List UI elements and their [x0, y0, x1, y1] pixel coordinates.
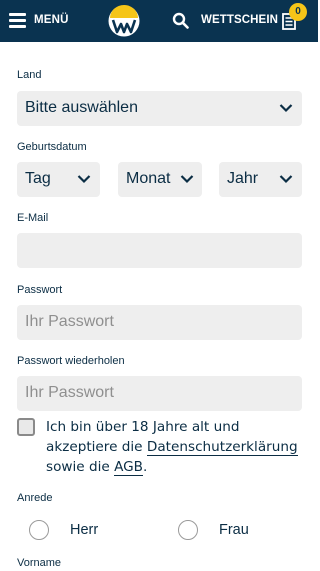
chevron-down-icon	[279, 175, 293, 184]
chevron-down-icon	[279, 104, 293, 113]
agb-link[interactable]: AGB	[114, 459, 143, 476]
wettschein-button-label[interactable]: WETTSCHEIN	[201, 14, 278, 26]
monat-select[interactable]: Monat	[118, 162, 202, 197]
email-label: E-Mail	[17, 212, 49, 224]
datenschutz-link[interactable]: Datenschutzerklärung	[146, 439, 298, 456]
menu-button-label[interactable]: MENÜ	[34, 14, 69, 26]
password-repeat-placeholder: Ihr Passwort	[25, 384, 114, 401]
radio-herr[interactable]	[29, 520, 49, 540]
tag-select-value: Tag	[25, 170, 51, 187]
passwort-label: Passwort	[17, 284, 63, 296]
monat-select-value: Monat	[126, 170, 171, 187]
search-icon[interactable]	[172, 12, 189, 29]
email-field[interactable]	[17, 233, 302, 268]
password-field[interactable]: Ihr Passwort	[17, 305, 302, 340]
land-label: Land	[17, 69, 42, 81]
top-bar: MENÜ WETTSCHEIN 0	[0, 0, 318, 42]
consent-text-after: .	[143, 459, 148, 475]
bet-slip-count-badge: 0	[289, 3, 307, 21]
password-repeat-field[interactable]: Ihr Passwort	[17, 376, 302, 411]
jahr-select-value: Jahr	[227, 170, 259, 187]
tag-select[interactable]: Tag	[17, 162, 100, 197]
radio-herr-label[interactable]: Herr	[70, 522, 98, 538]
jahr-select[interactable]: Jahr	[219, 162, 302, 197]
anrede-label: Anrede	[17, 492, 53, 504]
geburtsdatum-label: Geburtsdatum	[17, 141, 87, 153]
consent-checkbox[interactable]	[17, 418, 35, 436]
radio-frau-label[interactable]: Frau	[219, 522, 249, 538]
menu-icon[interactable]	[9, 13, 26, 28]
vorname-label: Vorname	[17, 557, 62, 569]
land-select-value: Bitte auswählen	[25, 99, 138, 116]
land-select[interactable]: Bitte auswählen	[17, 91, 302, 126]
chevron-down-icon	[77, 175, 91, 184]
password-placeholder: Ihr Passwort	[25, 313, 114, 330]
consent-text-middle: sowie die	[46, 459, 115, 475]
radio-frau[interactable]	[178, 520, 198, 540]
passwort-wiederholen-label: Passwort wiederholen	[17, 355, 125, 367]
brand-logo-icon[interactable]	[107, 4, 141, 38]
consent-text: Ich bin über 18 Jahre alt und akzeptiere…	[46, 417, 306, 477]
chevron-down-icon	[180, 175, 194, 184]
